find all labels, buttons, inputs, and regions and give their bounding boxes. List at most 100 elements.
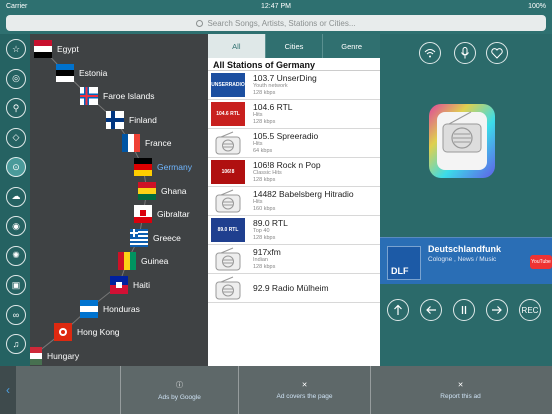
- station-info: 106!8 Rock n Pop Classic Hits 128 kbps: [253, 160, 368, 184]
- pause-icon[interactable]: [453, 299, 475, 321]
- station-row[interactable]: 106!8 106!8 Rock n Pop Classic Hits 128 kbp…: [208, 158, 380, 187]
- country-label: Ghana: [161, 185, 187, 196]
- station-info: 105.5 Spreeradio Hits 64 kbps: [253, 131, 368, 155]
- next-icon[interactable]: [486, 299, 508, 321]
- hongkong-flag-icon: [54, 323, 72, 342]
- country-label: Germany: [157, 162, 192, 172]
- radio-icon[interactable]: ▣: [6, 275, 26, 295]
- wifi-icon[interactable]: [419, 42, 441, 64]
- station-row[interactable]: 92.9 Radio Mülheim: [208, 274, 380, 303]
- greece-flag-icon: [130, 228, 148, 247]
- country-node[interactable]: France: [122, 134, 171, 153]
- station-info: 14482 Babelsberg Hitradio Hits 160 kbps: [253, 189, 368, 213]
- star-icon[interactable]: ☆: [6, 39, 26, 59]
- pin-icon[interactable]: ⚲: [6, 98, 26, 118]
- sidebar: ☆ ◎ ⚲ ◇ ⊙ ☁ ◉ ✺ ▣ ∞ ♫: [0, 34, 30, 366]
- station-info: 89.0 RTL Top 40 128 kbps: [253, 218, 368, 242]
- upload-icon[interactable]: [387, 299, 409, 321]
- youtube-icon[interactable]: YouTube: [530, 255, 552, 269]
- podcast-icon[interactable]: ◉: [6, 216, 26, 236]
- country-node[interactable]: Ghana: [138, 181, 187, 200]
- heart-icon[interactable]: [486, 42, 508, 64]
- station-name: 89.0 RTL: [253, 218, 288, 228]
- station-name: 104.6 RTL: [253, 102, 293, 112]
- station-logo: 104.6 RTL: [211, 102, 245, 126]
- station-row[interactable]: 104.6 RTL 104.6 RTL Hits 128 kbps: [208, 100, 380, 129]
- country-node[interactable]: Finland: [106, 110, 157, 129]
- station-row[interactable]: 917xfm Indian 128 kbps: [208, 245, 380, 274]
- prev-icon[interactable]: [420, 299, 442, 321]
- tag-icon[interactable]: ◇: [6, 127, 26, 148]
- country-node[interactable]: Guinea: [118, 252, 168, 271]
- country-node[interactable]: Faroe Islands: [80, 87, 155, 106]
- rec-button[interactable]: REC: [519, 299, 541, 321]
- clock: 12:47 PM: [261, 2, 291, 10]
- tab-genre[interactable]: Genre: [322, 34, 380, 58]
- country-label: Honduras: [103, 303, 140, 314]
- country-label: Gibraltar: [157, 209, 190, 220]
- station-genre: Hits: [253, 199, 263, 205]
- station-logo: 89.0 RTL: [211, 218, 245, 242]
- station-bitrate: 128 kbps: [253, 119, 276, 125]
- station-row[interactable]: 105.5 Spreeradio Hits 64 kbps: [208, 129, 380, 158]
- station-bitrate: 128 kbps: [253, 264, 276, 270]
- now-playing-banner[interactable]: DLF Deutschlandfunk Cologne , News / Mus…: [380, 237, 552, 284]
- country-tree: Egypt Estonia Faroe Islands Finland France Ge…: [30, 34, 208, 366]
- station-info: 104.6 RTL Hits 128 kbps: [253, 102, 368, 126]
- ad-option[interactable]: ✕ Report this ad: [370, 366, 550, 414]
- honduras-flag-icon: [80, 299, 98, 318]
- search-input[interactable]: Search Songs, Artists, Stations or Citie…: [6, 15, 546, 31]
- hungary-flag-icon: [30, 346, 42, 365]
- station-name: 103.7 UnserDing: [253, 73, 317, 83]
- globe-icon[interactable]: ◎: [6, 68, 26, 89]
- estonia-flag-icon: [56, 63, 74, 82]
- voicemail-icon[interactable]: ∞: [6, 304, 26, 325]
- ad-option[interactable]: ⓘ Ads by Google: [120, 366, 238, 414]
- country-node[interactable]: Haiti: [110, 276, 150, 294]
- back-chevron-icon[interactable]: ‹: [0, 366, 16, 414]
- station-genre: Youth network: [253, 83, 288, 89]
- station-bitrate: 128 kbps: [253, 90, 276, 96]
- radio-icon: [211, 189, 245, 213]
- station-row[interactable]: 14482 Babelsberg Hitradio Hits 160 kbps: [208, 187, 380, 216]
- country-node[interactable]: Honduras: [80, 299, 140, 318]
- mic-icon[interactable]: [454, 42, 476, 64]
- cloud-icon[interactable]: ☁: [6, 186, 26, 207]
- country-node[interactable]: Hong Kong: [54, 323, 120, 342]
- station-genre: Hits: [253, 141, 263, 147]
- player-panel: DLF Deutschlandfunk Cologne , News / Mus…: [380, 34, 552, 366]
- country-node[interactable]: Egypt: [34, 40, 79, 58]
- mic-icon[interactable]: ♫: [6, 334, 26, 354]
- station-row[interactable]: UNSERRADIO 103.7 UnserDing Youth network 12…: [208, 71, 380, 100]
- station-info: 917xfm Indian 128 kbps: [253, 247, 368, 271]
- tab-cities[interactable]: Cities: [264, 34, 323, 58]
- country-node[interactable]: Gibraltar: [134, 205, 190, 224]
- faroe-flag-icon: [80, 87, 98, 106]
- station-name: 92.9 Radio Mülheim: [253, 283, 329, 293]
- finland-flag-icon: [106, 110, 124, 129]
- country-node[interactable]: Hungary: [30, 346, 79, 365]
- radio-icon: [427, 98, 497, 182]
- station-genre: Indian: [253, 257, 268, 263]
- location-icon[interactable]: ⊙: [6, 157, 26, 177]
- egypt-flag-icon: [34, 40, 52, 58]
- country-node[interactable]: Estonia: [56, 63, 107, 82]
- france-flag-icon: [122, 134, 140, 153]
- country-node[interactable]: Greece: [130, 228, 181, 247]
- station-row[interactable]: 89.0 RTL 89.0 RTL Top 40 128 kbps: [208, 216, 380, 245]
- country-node[interactable]: Germany: [134, 158, 192, 176]
- search-bar: Search Songs, Artists, Stations or Citie…: [0, 12, 552, 34]
- tab-all[interactable]: All: [208, 34, 265, 58]
- station-bitrate: 128 kbps: [253, 177, 276, 183]
- search-placeholder: Search Songs, Artists, Stations or Citie…: [207, 18, 356, 28]
- station-info: 103.7 UnserDing Youth network 128 kbps: [253, 73, 368, 97]
- ad-bar: ‹ ⓘ Ads by Google ✕ Ad covers the page ✕ Repo…: [0, 366, 552, 414]
- germany-flag-icon: [134, 158, 152, 176]
- gear-icon[interactable]: ✺: [6, 245, 26, 266]
- country-label: Greece: [153, 232, 181, 243]
- ad-option[interactable]: ✕ Ad covers the page: [238, 366, 370, 414]
- station-bitrate: 128 kbps: [253, 235, 276, 241]
- ad-overlay: ⓘ Ads by Google ✕ Ad covers the page ✕ Report…: [16, 366, 552, 414]
- close-icon: ✕: [457, 381, 464, 389]
- radio-icon: [211, 247, 245, 271]
